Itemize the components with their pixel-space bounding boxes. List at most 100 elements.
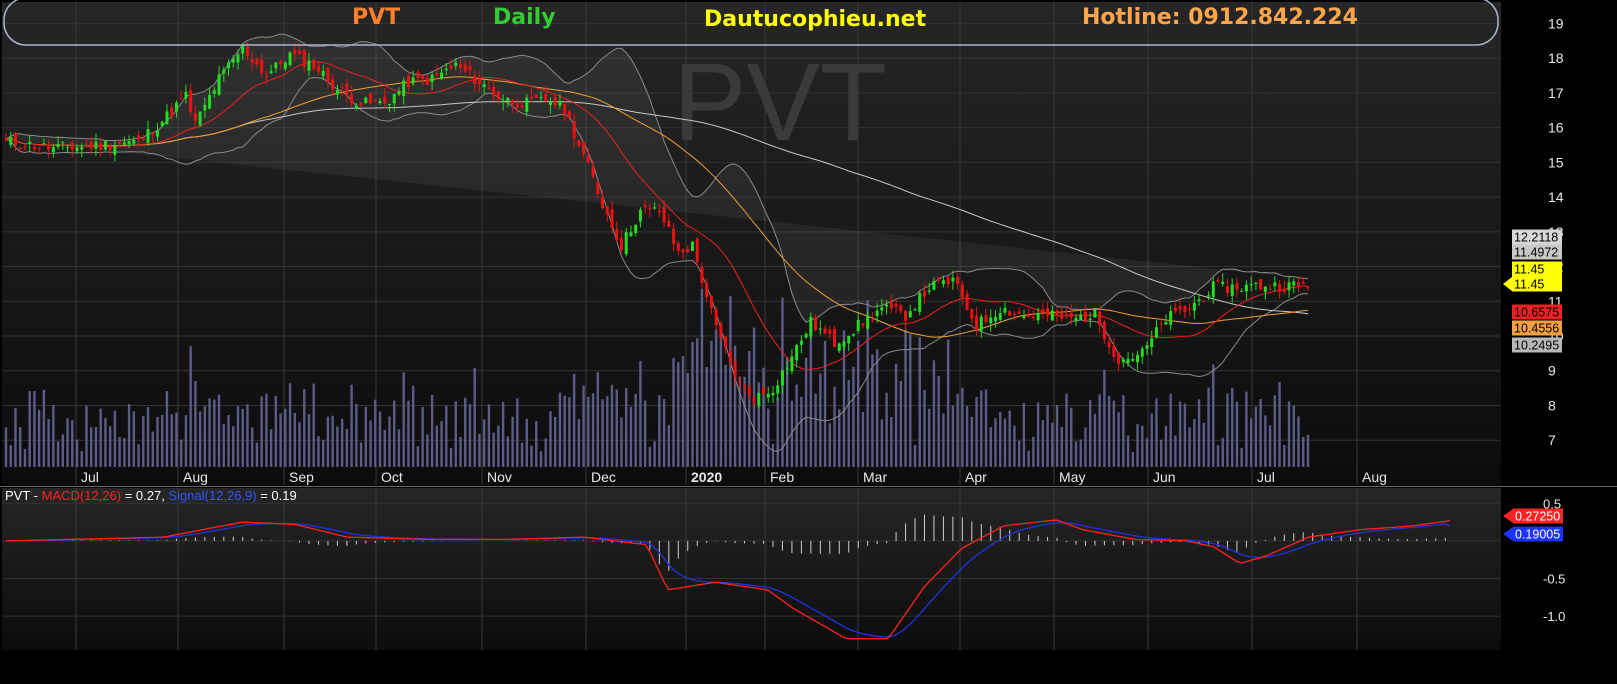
- candle-body: [487, 87, 491, 89]
- volume-bar: [572, 374, 576, 467]
- candle-body: [563, 103, 567, 116]
- candle-body: [960, 284, 964, 298]
- volume-bar: [606, 396, 609, 467]
- candle-body: [705, 282, 709, 298]
- candle-body: [23, 146, 27, 148]
- macd-legend-prefix: PVT -: [5, 488, 42, 503]
- candle-body: [1126, 358, 1130, 364]
- candle-body: [56, 143, 60, 148]
- candle-body: [231, 58, 235, 63]
- macd-legend-signal: Signal(12,26,9): [168, 488, 256, 503]
- volume-bar: [965, 406, 969, 467]
- volume-bar: [383, 430, 386, 467]
- volume-bar: [80, 451, 83, 467]
- candle-body: [411, 77, 415, 84]
- candle-body: [198, 111, 202, 126]
- candle-body: [1235, 283, 1239, 290]
- volume-bar: [899, 380, 903, 467]
- candle-body: [378, 101, 382, 104]
- x-axis-label: May: [1059, 469, 1085, 485]
- macd-axis-tick: -0.5: [1543, 572, 1565, 587]
- candle-body: [619, 238, 623, 250]
- value-tag-text: 11.4972: [1514, 246, 1558, 260]
- value-tag-text: 10.6575: [1514, 306, 1559, 320]
- candle-body: [1131, 358, 1135, 361]
- candle-body: [1259, 279, 1263, 290]
- candle-body: [534, 94, 538, 98]
- candle-body: [847, 335, 851, 344]
- volume-bar: [322, 440, 325, 467]
- volume-bar: [232, 426, 235, 467]
- candle-body: [288, 52, 292, 66]
- candle-body: [932, 280, 936, 290]
- volume-bar: [374, 399, 377, 467]
- candle-body: [979, 316, 983, 331]
- candle-body: [629, 232, 633, 237]
- candle-body: [373, 99, 377, 102]
- candle-body: [331, 79, 335, 90]
- candle-body: [80, 147, 84, 150]
- header-period: Daily: [493, 5, 556, 30]
- volume-bar: [1183, 403, 1187, 467]
- volume-bar: [639, 360, 642, 467]
- volume-bar: [1273, 395, 1277, 467]
- volume-bar: [506, 436, 510, 467]
- candle-body: [894, 303, 898, 307]
- candle-body: [1008, 310, 1012, 316]
- candle-body: [762, 387, 766, 394]
- volume-bar: [487, 404, 491, 467]
- volume-bar: [942, 413, 945, 467]
- volume-bar: [1126, 435, 1130, 467]
- volume-bar: [729, 295, 732, 467]
- volume-bar: [875, 349, 879, 467]
- volume-bar: [904, 329, 907, 467]
- candle-body: [321, 70, 325, 77]
- value-tag-text: 11.45: [1514, 263, 1544, 277]
- volume-bar: [1032, 436, 1035, 467]
- candle-body: [250, 59, 254, 63]
- volume-bar: [994, 418, 997, 467]
- volume-bar: [194, 380, 197, 467]
- price-axis-tick: 7: [1548, 432, 1556, 448]
- candle-body: [108, 145, 112, 150]
- candle-body: [66, 147, 70, 149]
- x-axis-label: Jul: [81, 469, 99, 485]
- volume-bar: [236, 406, 240, 467]
- candle-body: [591, 166, 595, 177]
- x-axis-label: Feb: [770, 469, 794, 485]
- candle-body: [686, 248, 690, 253]
- candle-body: [236, 54, 240, 63]
- volume-bar: [932, 360, 936, 467]
- volume-bar: [426, 434, 429, 467]
- macd-legend: PVT - MACD(12,26) = 0.27, Signal(12,26,9…: [5, 488, 297, 503]
- candle-body: [567, 111, 571, 119]
- candle-body: [719, 323, 723, 338]
- candle-body: [1268, 288, 1272, 290]
- volume-bar: [610, 384, 614, 467]
- candle-body: [99, 143, 103, 150]
- candle-body: [435, 73, 439, 75]
- candle-body: [558, 100, 562, 106]
- candle-body: [875, 310, 879, 316]
- volume-bar: [478, 433, 481, 467]
- candle-body: [937, 277, 941, 281]
- volume-bar: [885, 392, 888, 467]
- candle-body: [1296, 282, 1300, 286]
- volume-bar: [653, 441, 656, 467]
- volume-bar: [307, 413, 311, 467]
- pvt-stock-chart: PVT Jul Aug Sep Oct Nov Dec 2020 Feb Mar Apr May Ju…: [0, 0, 1617, 684]
- candle-body: [913, 309, 917, 311]
- volume-bar: [1036, 402, 1040, 467]
- volume-bar: [1046, 405, 1049, 467]
- price-axis-tick: 18: [1548, 50, 1564, 66]
- price-axis-tick: 15: [1548, 154, 1564, 170]
- candle-body: [975, 315, 979, 331]
- candle-body: [1145, 345, 1149, 349]
- volume-bar: [511, 416, 514, 467]
- candle-body: [463, 64, 467, 72]
- volume-bar: [1122, 395, 1125, 467]
- volume-bar: [241, 408, 244, 467]
- candle-body: [653, 207, 657, 209]
- candle-body: [984, 315, 988, 322]
- candle-body: [264, 76, 268, 78]
